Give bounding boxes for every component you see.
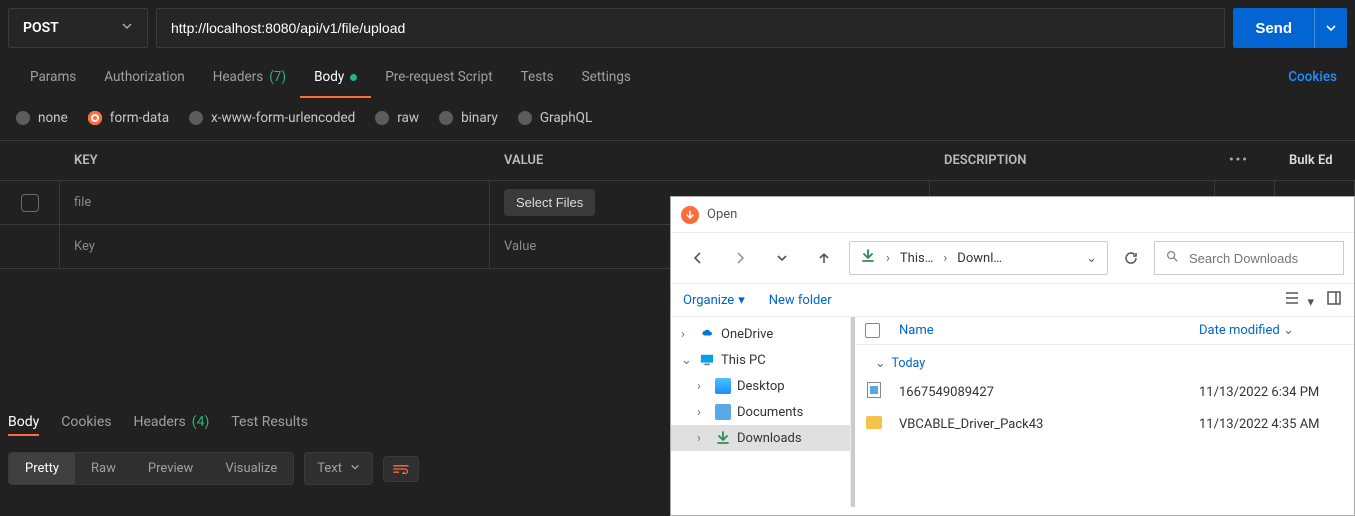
body-opt-graphql[interactable]: GraphQL [518, 110, 592, 126]
group-today[interactable]: ⌄Today [851, 345, 1354, 375]
desktop-icon [715, 378, 731, 394]
chevron-down-icon [350, 461, 360, 476]
documents-icon [715, 404, 731, 420]
send-label: Send [1233, 20, 1314, 37]
body-opt-none[interactable]: none [16, 110, 68, 126]
tree-downloads[interactable]: › Downloads [671, 425, 850, 451]
col-date[interactable]: Date modified ⌄ [1199, 323, 1346, 338]
body-opt-form-data[interactable]: form-data [88, 110, 169, 126]
folder-icon [866, 416, 882, 429]
tab-tests[interactable]: Tests [507, 56, 568, 98]
file-row[interactable]: VBCABLE_Driver_Pack43 11/13/2022 4:35 AM [851, 409, 1354, 440]
chevron-down-icon [121, 20, 133, 36]
radio-icon [189, 111, 203, 125]
tree-this-pc[interactable]: ⌄ This PC [671, 347, 850, 373]
search-input[interactable] [1154, 241, 1344, 275]
body-opt-raw[interactable]: raw [375, 110, 419, 126]
kv-key-cell[interactable]: file [60, 181, 490, 224]
file-icon [867, 382, 881, 398]
download-icon [860, 248, 876, 268]
search-icon [1165, 249, 1179, 267]
http-method-select[interactable]: POST [8, 8, 148, 48]
tab-pre-request[interactable]: Pre-request Script [371, 56, 506, 98]
select-all-checkbox[interactable] [865, 323, 880, 338]
url-input[interactable] [156, 8, 1225, 48]
nav-up-icon[interactable] [807, 241, 841, 275]
view-preview[interactable]: Preview [132, 453, 209, 484]
more-options-icon[interactable]: ••• [1215, 141, 1275, 180]
file-open-dialog: Open › This… › Downl… ⌄ Organize ▾ New f… [670, 196, 1355, 516]
resp-tab-test-results[interactable]: Test Results [231, 414, 308, 436]
radio-checked-icon [88, 111, 102, 125]
select-files-button[interactable]: Select Files [504, 189, 595, 216]
view-pretty[interactable]: Pretty [9, 453, 75, 484]
resp-tab-body[interactable]: Body [8, 414, 39, 436]
folder-tree: › OneDrive ⌄ This PC › Desktop › Documen… [671, 317, 851, 507]
chevron-down-icon[interactable]: ⌄ [1086, 251, 1097, 266]
breadcrumb[interactable]: › This… › Downl… ⌄ [849, 241, 1108, 275]
status-dot-icon [350, 74, 357, 81]
col-value: VALUE [490, 141, 930, 180]
body-opt-binary[interactable]: binary [439, 110, 498, 126]
nav-back-icon[interactable] [681, 241, 715, 275]
preview-pane-icon[interactable] [1326, 290, 1342, 310]
kv-key-input[interactable]: Key [60, 225, 490, 268]
caret-down-icon: ▾ [738, 293, 745, 308]
send-button[interactable]: Send [1233, 8, 1347, 48]
bulk-edit-button[interactable]: Bulk Ed [1275, 141, 1355, 180]
radio-icon [518, 111, 532, 125]
new-folder-button[interactable]: New folder [769, 293, 832, 308]
language-select[interactable]: Text [304, 452, 373, 485]
wrap-lines-button[interactable] [383, 456, 419, 482]
resp-tab-cookies[interactable]: Cookies [61, 414, 111, 436]
refresh-icon[interactable] [1116, 241, 1146, 275]
body-opt-xwww[interactable]: x-www-form-urlencoded [189, 110, 355, 126]
cookies-link[interactable]: Cookies [1288, 69, 1339, 85]
col-description: DESCRIPTION [930, 141, 1215, 180]
dialog-title: Open [707, 207, 737, 222]
view-mode-group: Pretty Raw Preview Visualize [8, 452, 294, 485]
tab-authorization[interactable]: Authorization [90, 56, 198, 98]
radio-icon [16, 111, 30, 125]
organize-menu[interactable]: Organize ▾ [683, 293, 745, 308]
col-name[interactable]: Name [899, 323, 1199, 338]
nav-recent-icon[interactable] [765, 241, 799, 275]
cloud-icon [699, 326, 715, 342]
view-visualize[interactable]: Visualize [209, 453, 293, 484]
tree-documents[interactable]: › Documents [671, 399, 850, 425]
app-icon [681, 206, 699, 224]
file-row[interactable]: 1667549089427 11/13/2022 6:34 PM [851, 375, 1354, 409]
tree-onedrive[interactable]: › OneDrive [671, 321, 850, 347]
send-dropdown[interactable] [1315, 22, 1347, 34]
nav-forward-icon[interactable] [723, 241, 757, 275]
resp-tab-headers[interactable]: Headers (4) [133, 414, 209, 436]
col-key: KEY [60, 141, 490, 180]
tab-body[interactable]: Body [300, 56, 371, 98]
tree-desktop[interactable]: › Desktop [671, 373, 850, 399]
tab-settings[interactable]: Settings [568, 56, 645, 98]
row-checkbox[interactable] [21, 194, 39, 212]
pc-icon [699, 352, 715, 368]
radio-icon [375, 111, 389, 125]
http-method-label: POST [23, 20, 59, 36]
tab-headers[interactable]: Headers (7) [199, 56, 300, 98]
download-icon [715, 430, 731, 446]
tab-params[interactable]: Params [16, 56, 90, 98]
radio-icon [439, 111, 453, 125]
list-view-icon[interactable]: ▾ [1284, 290, 1314, 310]
view-raw[interactable]: Raw [75, 453, 132, 484]
